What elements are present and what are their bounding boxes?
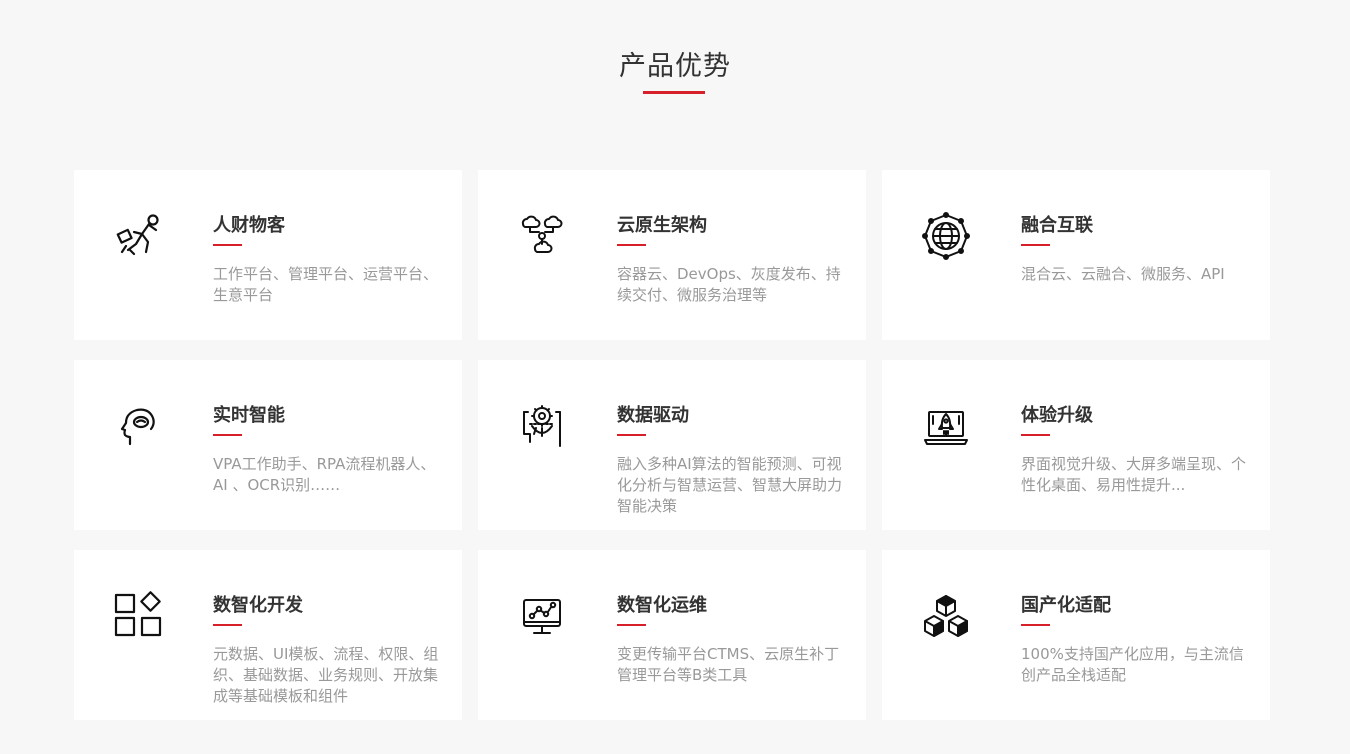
card-accent-line [617,434,646,436]
advantage-card-cloud-native[interactable]: 云原生架构 容器云、DevOps、灰度发布、持续交付、微服务治理等 [478,170,866,340]
card-accent-line [1021,624,1050,626]
card-description: 变更传输平台CTMS、云原生补丁管理平台等B类工具 [617,645,840,684]
running-man-icon [112,210,164,262]
advantage-card-localization[interactable]: 国产化适配 100%支持国产化应用，与主流信创产品全栈适配 [882,550,1270,720]
laptop-rocket-icon [920,400,972,452]
card-accent-line [617,624,646,626]
modules-icon [112,590,164,642]
advantages-grid: 人财物客 工作平台、管理平台、运营平台、生意平台 云原生架构 容器云、DevOp… [74,170,1270,720]
card-accent-line [213,244,242,246]
card-title: 国产化适配 [1021,595,1111,616]
cloud-network-icon [516,210,568,262]
advantage-card-people-finance[interactable]: 人财物客 工作平台、管理平台、运营平台、生意平台 [74,170,462,340]
card-description: 融入多种AI算法的智能预测、可视化分析与智慧运营、智慧大屏助力智能决策 [617,455,843,515]
card-title: 数据驱动 [617,405,689,426]
cubes-icon [920,590,972,642]
card-description: 100%支持国产化应用，与主流信创产品全栈适配 [1021,645,1244,684]
title-underline [643,91,705,94]
card-description: 界面视觉升级、大屏多端呈现、个性化桌面、易用性提升... [1021,455,1247,494]
card-title: 实时智能 [213,405,285,426]
advantage-card-realtime-ai[interactable]: 实时智能 VPA工作助手、RPA流程机器人、AI 、OCR识别…… [74,360,462,530]
card-title: 融合互联 [1021,215,1093,236]
globe-network-icon [920,210,972,262]
card-accent-line [213,434,242,436]
card-description: 混合云、云融合、微服务、API [1021,265,1225,283]
section-title: 产品优势 [619,51,731,82]
card-accent-line [1021,434,1050,436]
advantage-card-data-driven[interactable]: 数据驱动 融入多种AI算法的智能预测、可视化分析与智慧运营、智慧大屏助力智能决策 [478,360,866,530]
card-accent-line [617,244,646,246]
advantage-card-experience[interactable]: 体验升级 界面视觉升级、大屏多端呈现、个性化桌面、易用性提升... [882,360,1270,530]
card-title: 数智化开发 [213,595,303,616]
advantage-card-integration[interactable]: 融合互联 混合云、云融合、微服务、API [882,170,1270,340]
card-title: 云原生架构 [617,215,707,236]
advantage-card-digital-dev[interactable]: 数智化开发 元数据、UI模板、流程、权限、组织、基础数据、业务规则、开放集成等基… [74,550,462,720]
card-accent-line [1021,244,1050,246]
card-description: VPA工作助手、RPA流程机器人、AI 、OCR识别…… [213,455,436,494]
card-title: 数智化运维 [617,595,707,616]
card-description: 工作平台、管理平台、运营平台、生意平台 [213,265,439,304]
card-description: 容器云、DevOps、灰度发布、持续交付、微服务治理等 [617,265,841,304]
card-accent-line [213,624,242,626]
brain-head-icon [112,400,164,452]
monitor-chart-icon [516,590,568,642]
data-head-icon [516,400,568,452]
card-title: 体验升级 [1021,405,1093,426]
card-title: 人财物客 [213,215,285,236]
advantage-card-digital-ops[interactable]: 数智化运维 变更传输平台CTMS、云原生补丁管理平台等B类工具 [478,550,866,720]
card-description: 元数据、UI模板、流程、权限、组织、基础数据、业务规则、开放集成等基础模板和组件 [213,645,439,705]
